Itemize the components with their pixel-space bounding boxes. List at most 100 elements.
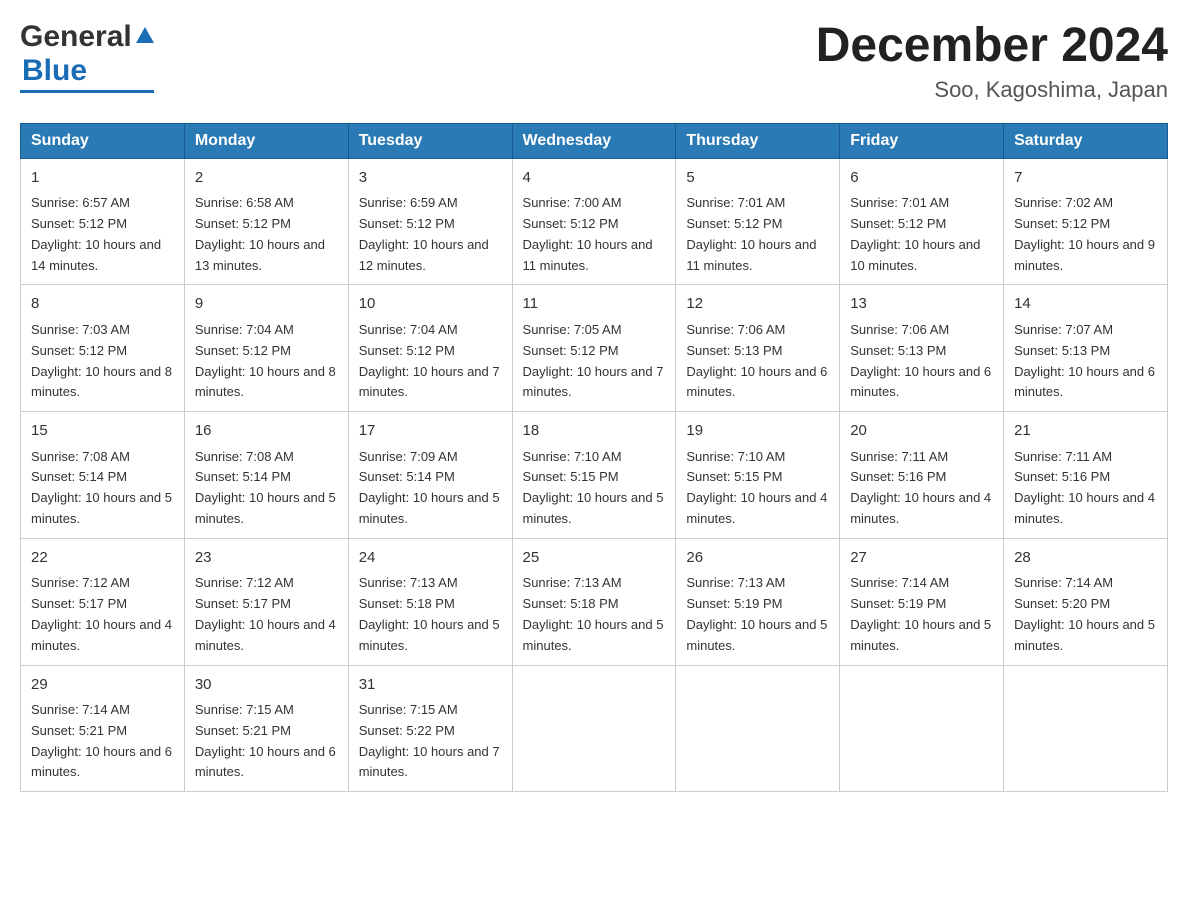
calendar-cell: 24 Sunrise: 7:13 AMSunset: 5:18 PMDaylig… bbox=[348, 538, 512, 665]
day-info: Sunrise: 7:07 AMSunset: 5:13 PMDaylight:… bbox=[1014, 322, 1155, 399]
calendar-cell: 14 Sunrise: 7:07 AMSunset: 5:13 PMDaylig… bbox=[1004, 285, 1168, 412]
day-info: Sunrise: 7:13 AMSunset: 5:18 PMDaylight:… bbox=[359, 575, 500, 652]
calendar-cell: 10 Sunrise: 7:04 AMSunset: 5:12 PMDaylig… bbox=[348, 285, 512, 412]
day-info: Sunrise: 7:03 AMSunset: 5:12 PMDaylight:… bbox=[31, 322, 172, 399]
calendar-cell: 19 Sunrise: 7:10 AMSunset: 5:15 PMDaylig… bbox=[676, 412, 840, 539]
day-number: 24 bbox=[359, 547, 502, 570]
calendar-cell: 17 Sunrise: 7:09 AMSunset: 5:14 PMDaylig… bbox=[348, 412, 512, 539]
day-info: Sunrise: 7:06 AMSunset: 5:13 PMDaylight:… bbox=[686, 322, 827, 399]
day-number: 12 bbox=[686, 293, 829, 316]
day-info: Sunrise: 7:02 AMSunset: 5:12 PMDaylight:… bbox=[1014, 195, 1155, 272]
day-number: 31 bbox=[359, 674, 502, 697]
column-header-wednesday: Wednesday bbox=[512, 123, 676, 158]
day-info: Sunrise: 7:14 AMSunset: 5:21 PMDaylight:… bbox=[31, 702, 172, 779]
day-info: Sunrise: 7:11 AMSunset: 5:16 PMDaylight:… bbox=[850, 449, 991, 526]
day-info: Sunrise: 7:13 AMSunset: 5:18 PMDaylight:… bbox=[523, 575, 664, 652]
day-number: 26 bbox=[686, 547, 829, 570]
column-header-sunday: Sunday bbox=[21, 123, 185, 158]
calendar-cell bbox=[676, 665, 840, 792]
day-number: 28 bbox=[1014, 547, 1157, 570]
day-info: Sunrise: 7:15 AMSunset: 5:22 PMDaylight:… bbox=[359, 702, 500, 779]
month-title: December 2024 bbox=[816, 20, 1168, 73]
calendar-cell: 3 Sunrise: 6:59 AMSunset: 5:12 PMDayligh… bbox=[348, 158, 512, 285]
day-number: 3 bbox=[359, 167, 502, 190]
calendar-cell: 23 Sunrise: 7:12 AMSunset: 5:17 PMDaylig… bbox=[184, 538, 348, 665]
calendar-cell: 16 Sunrise: 7:08 AMSunset: 5:14 PMDaylig… bbox=[184, 412, 348, 539]
calendar-body: 1 Sunrise: 6:57 AMSunset: 5:12 PMDayligh… bbox=[21, 158, 1168, 791]
logo-underline bbox=[20, 90, 154, 93]
calendar-cell: 11 Sunrise: 7:05 AMSunset: 5:12 PMDaylig… bbox=[512, 285, 676, 412]
day-info: Sunrise: 6:59 AMSunset: 5:12 PMDaylight:… bbox=[359, 195, 489, 272]
calendar-week-row: 1 Sunrise: 6:57 AMSunset: 5:12 PMDayligh… bbox=[21, 158, 1168, 285]
day-number: 20 bbox=[850, 420, 993, 443]
day-info: Sunrise: 7:08 AMSunset: 5:14 PMDaylight:… bbox=[31, 449, 172, 526]
calendar-cell: 31 Sunrise: 7:15 AMSunset: 5:22 PMDaylig… bbox=[348, 665, 512, 792]
day-number: 10 bbox=[359, 293, 502, 316]
day-info: Sunrise: 7:13 AMSunset: 5:19 PMDaylight:… bbox=[686, 575, 827, 652]
day-number: 23 bbox=[195, 547, 338, 570]
page-header: General Blue December 2024 Soo, Kagoshim… bbox=[20, 20, 1168, 103]
day-number: 29 bbox=[31, 674, 174, 697]
day-number: 2 bbox=[195, 167, 338, 190]
calendar-cell: 2 Sunrise: 6:58 AMSunset: 5:12 PMDayligh… bbox=[184, 158, 348, 285]
calendar-cell bbox=[512, 665, 676, 792]
calendar-cell: 29 Sunrise: 7:14 AMSunset: 5:21 PMDaylig… bbox=[21, 665, 185, 792]
day-info: Sunrise: 6:58 AMSunset: 5:12 PMDaylight:… bbox=[195, 195, 325, 272]
calendar-cell: 1 Sunrise: 6:57 AMSunset: 5:12 PMDayligh… bbox=[21, 158, 185, 285]
day-number: 16 bbox=[195, 420, 338, 443]
day-number: 5 bbox=[686, 167, 829, 190]
logo-triangle-icon bbox=[136, 27, 154, 43]
day-number: 6 bbox=[850, 167, 993, 190]
logo-general-text: General bbox=[20, 20, 132, 54]
calendar-cell: 28 Sunrise: 7:14 AMSunset: 5:20 PMDaylig… bbox=[1004, 538, 1168, 665]
calendar-cell: 21 Sunrise: 7:11 AMSunset: 5:16 PMDaylig… bbox=[1004, 412, 1168, 539]
calendar-cell: 13 Sunrise: 7:06 AMSunset: 5:13 PMDaylig… bbox=[840, 285, 1004, 412]
calendar-week-row: 29 Sunrise: 7:14 AMSunset: 5:21 PMDaylig… bbox=[21, 665, 1168, 792]
day-info: Sunrise: 7:12 AMSunset: 5:17 PMDaylight:… bbox=[195, 575, 336, 652]
calendar-week-row: 8 Sunrise: 7:03 AMSunset: 5:12 PMDayligh… bbox=[21, 285, 1168, 412]
day-info: Sunrise: 7:05 AMSunset: 5:12 PMDaylight:… bbox=[523, 322, 664, 399]
calendar-cell: 27 Sunrise: 7:14 AMSunset: 5:19 PMDaylig… bbox=[840, 538, 1004, 665]
day-number: 22 bbox=[31, 547, 174, 570]
column-header-saturday: Saturday bbox=[1004, 123, 1168, 158]
calendar-cell: 6 Sunrise: 7:01 AMSunset: 5:12 PMDayligh… bbox=[840, 158, 1004, 285]
day-info: Sunrise: 7:08 AMSunset: 5:14 PMDaylight:… bbox=[195, 449, 336, 526]
day-number: 21 bbox=[1014, 420, 1157, 443]
calendar-cell: 25 Sunrise: 7:13 AMSunset: 5:18 PMDaylig… bbox=[512, 538, 676, 665]
day-info: Sunrise: 7:04 AMSunset: 5:12 PMDaylight:… bbox=[195, 322, 336, 399]
calendar-cell: 15 Sunrise: 7:08 AMSunset: 5:14 PMDaylig… bbox=[21, 412, 185, 539]
calendar-cell: 22 Sunrise: 7:12 AMSunset: 5:17 PMDaylig… bbox=[21, 538, 185, 665]
day-info: Sunrise: 7:14 AMSunset: 5:20 PMDaylight:… bbox=[1014, 575, 1155, 652]
column-header-friday: Friday bbox=[840, 123, 1004, 158]
day-number: 30 bbox=[195, 674, 338, 697]
day-number: 25 bbox=[523, 547, 666, 570]
location-text: Soo, Kagoshima, Japan bbox=[816, 77, 1168, 103]
calendar-cell bbox=[840, 665, 1004, 792]
calendar-cell: 20 Sunrise: 7:11 AMSunset: 5:16 PMDaylig… bbox=[840, 412, 1004, 539]
day-number: 18 bbox=[523, 420, 666, 443]
calendar-header-row: SundayMondayTuesdayWednesdayThursdayFrid… bbox=[21, 123, 1168, 158]
day-info: Sunrise: 7:10 AMSunset: 5:15 PMDaylight:… bbox=[523, 449, 664, 526]
calendar-cell: 26 Sunrise: 7:13 AMSunset: 5:19 PMDaylig… bbox=[676, 538, 840, 665]
column-header-tuesday: Tuesday bbox=[348, 123, 512, 158]
day-info: Sunrise: 7:06 AMSunset: 5:13 PMDaylight:… bbox=[850, 322, 991, 399]
calendar-cell bbox=[1004, 665, 1168, 792]
calendar-week-row: 22 Sunrise: 7:12 AMSunset: 5:17 PMDaylig… bbox=[21, 538, 1168, 665]
calendar-week-row: 15 Sunrise: 7:08 AMSunset: 5:14 PMDaylig… bbox=[21, 412, 1168, 539]
logo: General Blue bbox=[20, 20, 154, 93]
day-number: 9 bbox=[195, 293, 338, 316]
day-number: 15 bbox=[31, 420, 174, 443]
calendar-cell: 9 Sunrise: 7:04 AMSunset: 5:12 PMDayligh… bbox=[184, 285, 348, 412]
day-number: 19 bbox=[686, 420, 829, 443]
day-number: 4 bbox=[523, 167, 666, 190]
day-number: 11 bbox=[523, 293, 666, 316]
day-info: Sunrise: 7:04 AMSunset: 5:12 PMDaylight:… bbox=[359, 322, 500, 399]
calendar-cell: 5 Sunrise: 7:01 AMSunset: 5:12 PMDayligh… bbox=[676, 158, 840, 285]
day-number: 7 bbox=[1014, 167, 1157, 190]
day-info: Sunrise: 7:01 AMSunset: 5:12 PMDaylight:… bbox=[850, 195, 980, 272]
day-number: 13 bbox=[850, 293, 993, 316]
calendar-cell: 18 Sunrise: 7:10 AMSunset: 5:15 PMDaylig… bbox=[512, 412, 676, 539]
calendar-cell: 30 Sunrise: 7:15 AMSunset: 5:21 PMDaylig… bbox=[184, 665, 348, 792]
day-info: Sunrise: 7:14 AMSunset: 5:19 PMDaylight:… bbox=[850, 575, 991, 652]
day-info: Sunrise: 7:01 AMSunset: 5:12 PMDaylight:… bbox=[686, 195, 816, 272]
